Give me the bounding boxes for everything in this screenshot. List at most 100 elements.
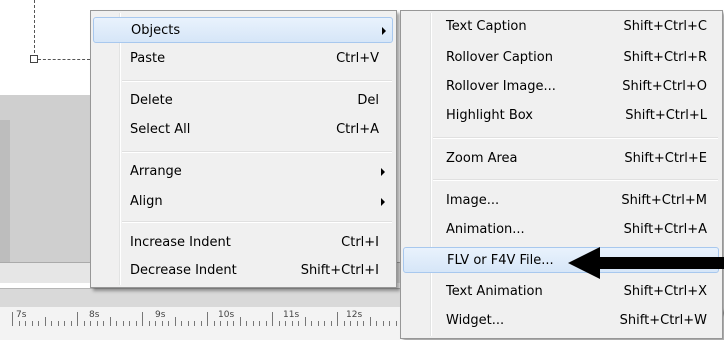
ruler-tick bbox=[363, 321, 364, 326]
ruler-tick bbox=[122, 321, 124, 326]
ruler-tick bbox=[12, 312, 13, 326]
menu-item-paste-label: Paste bbox=[130, 51, 166, 66]
ruler-tick bbox=[395, 321, 397, 326]
ruler-tick bbox=[278, 321, 280, 326]
menu-item-paste-shortcut: Ctrl+V bbox=[336, 51, 379, 66]
submenu-item-text-animation[interactable]: Text Animation Shift+Ctrl+X bbox=[403, 279, 719, 305]
submenu-item-zoom-area[interactable]: Zoom Area Shift+Ctrl+E bbox=[403, 146, 719, 172]
ruler-tick bbox=[64, 321, 65, 326]
submenu-item-widget[interactable]: Widget... Shift+Ctrl+W bbox=[403, 308, 719, 334]
ruler-tick bbox=[90, 321, 91, 326]
context-menu: Objects Paste Ctrl+V Delete Del Select A… bbox=[90, 10, 397, 288]
menu-item-select-all-shortcut: Ctrl+A bbox=[336, 122, 379, 137]
ruler-tick bbox=[356, 321, 358, 326]
ruler-tick bbox=[330, 321, 332, 326]
menu-item-align-label: Align bbox=[130, 194, 163, 209]
menu-item-select-all[interactable]: Select All Ctrl+A bbox=[93, 117, 393, 143]
ruler-tick bbox=[382, 321, 384, 326]
ruler-tick bbox=[135, 321, 137, 326]
submenu-item-rollover-caption-shortcut: Shift+Ctrl+R bbox=[623, 50, 708, 65]
menu-item-delete[interactable]: Delete Del bbox=[93, 88, 393, 114]
submenu-item-highlight-box[interactable]: Highlight Box Shift+Ctrl+L bbox=[403, 103, 719, 129]
ruler-tick bbox=[389, 321, 390, 326]
menu-item-decrease-indent-shortcut: Shift+Ctrl+I bbox=[300, 263, 379, 278]
submenu-item-flv-f4v-file-label: FLV or F4V File... bbox=[447, 253, 554, 268]
ruler-tick bbox=[142, 312, 143, 326]
ruler-tick bbox=[291, 321, 293, 326]
ruler-tick bbox=[369, 317, 371, 326]
ruler-tick bbox=[207, 312, 208, 326]
pointer-arrow-icon bbox=[568, 247, 724, 279]
submenu-item-image-label: Image... bbox=[446, 193, 500, 208]
menu-separator bbox=[122, 151, 392, 153]
menu-item-increase-indent[interactable]: Increase Indent Ctrl+I bbox=[93, 230, 393, 256]
ruler-tick bbox=[38, 321, 39, 326]
timeline-ruler: 7s 8s 9s 10s 11s 12s bbox=[0, 307, 410, 340]
submenu-item-text-animation-shortcut: Shift+Ctrl+X bbox=[623, 284, 707, 299]
ruler-tick bbox=[213, 321, 215, 326]
ruler-tick bbox=[174, 317, 176, 326]
submenu-item-image[interactable]: Image... Shift+Ctrl+M bbox=[403, 188, 719, 214]
submenu-item-animation-label: Animation... bbox=[446, 222, 525, 237]
ruler-tick bbox=[265, 321, 267, 326]
submenu-item-text-animation-label: Text Animation bbox=[446, 284, 543, 299]
ruler-tick bbox=[187, 321, 189, 326]
objects-submenu-tail: Widget... Shift+Ctrl+W bbox=[400, 308, 723, 339]
menu-item-increase-indent-label: Increase Indent bbox=[130, 235, 231, 250]
ruler-tick bbox=[317, 321, 319, 326]
menu-item-increase-indent-shortcut: Ctrl+I bbox=[341, 235, 379, 250]
ruler-label-9s: 9s bbox=[155, 310, 166, 320]
dashed-guide-horizontal bbox=[38, 59, 90, 60]
submenu-arrow-icon bbox=[381, 168, 385, 176]
ruler-tick bbox=[220, 321, 221, 326]
submenu-item-rollover-caption-label: Rollover Caption bbox=[446, 50, 553, 65]
ruler-tick bbox=[77, 312, 78, 326]
menu-item-objects-label: Objects bbox=[131, 23, 181, 38]
ruler-label-8s: 8s bbox=[89, 310, 100, 320]
ruler-tick bbox=[70, 321, 72, 326]
selection-handle[interactable] bbox=[30, 55, 38, 63]
submenu-arrow-icon bbox=[381, 198, 385, 206]
submenu-item-rollover-caption[interactable]: Rollover Caption Shift+Ctrl+R bbox=[403, 45, 719, 71]
ruler-tick bbox=[226, 321, 228, 326]
ruler-tick bbox=[304, 317, 306, 326]
ruler-tick bbox=[103, 321, 104, 326]
ruler-tick bbox=[194, 321, 195, 326]
ruler-tick bbox=[57, 321, 59, 326]
submenu-item-zoom-area-shortcut: Shift+Ctrl+E bbox=[624, 151, 707, 166]
ruler-label-12s: 12s bbox=[346, 310, 363, 320]
submenu-item-zoom-area-label: Zoom Area bbox=[446, 151, 518, 166]
menu-item-decrease-indent[interactable]: Decrease Indent Shift+Ctrl+I bbox=[93, 258, 393, 284]
menu-item-paste[interactable]: Paste Ctrl+V bbox=[93, 46, 393, 72]
ruler-tick bbox=[83, 321, 85, 326]
menu-item-align[interactable]: Align bbox=[93, 189, 393, 215]
ruler-tick bbox=[324, 321, 325, 326]
ruler-tick bbox=[233, 321, 234, 326]
submenu-item-animation-shortcut: Shift+Ctrl+A bbox=[623, 222, 707, 237]
ruler-tick bbox=[350, 321, 351, 326]
timeline-scrollbar[interactable] bbox=[0, 288, 400, 308]
ruler-tick bbox=[337, 312, 338, 326]
ruler-tick bbox=[51, 321, 52, 326]
ruler-tick bbox=[148, 321, 150, 326]
ruler-tick bbox=[343, 321, 345, 326]
dashed-guide-vertical bbox=[34, 0, 35, 58]
ruler-tick bbox=[272, 312, 273, 326]
submenu-item-rollover-image[interactable]: Rollover Image... Shift+Ctrl+O bbox=[403, 74, 719, 100]
menu-item-arrange[interactable]: Arrange bbox=[93, 159, 393, 185]
menu-separator bbox=[122, 221, 392, 223]
submenu-item-animation[interactable]: Animation... Shift+Ctrl+A bbox=[403, 217, 719, 243]
ruler-tick bbox=[129, 321, 130, 326]
submenu-item-highlight-box-label: Highlight Box bbox=[446, 108, 533, 123]
ruler-label-11s: 11s bbox=[283, 310, 300, 320]
menu-item-delete-label: Delete bbox=[130, 93, 173, 108]
menu-item-objects[interactable]: Objects bbox=[93, 17, 393, 43]
submenu-item-widget-shortcut: Shift+Ctrl+W bbox=[619, 313, 707, 328]
ruler-tick bbox=[31, 321, 33, 326]
submenu-item-text-caption[interactable]: Text Caption Shift+Ctrl+C bbox=[403, 14, 719, 40]
ruler-tick bbox=[298, 321, 299, 326]
ruler-tick bbox=[109, 317, 111, 326]
ruler-tick bbox=[96, 321, 98, 326]
ruler-tick bbox=[239, 317, 241, 326]
submenu-item-text-caption-shortcut: Shift+Ctrl+C bbox=[623, 19, 707, 34]
